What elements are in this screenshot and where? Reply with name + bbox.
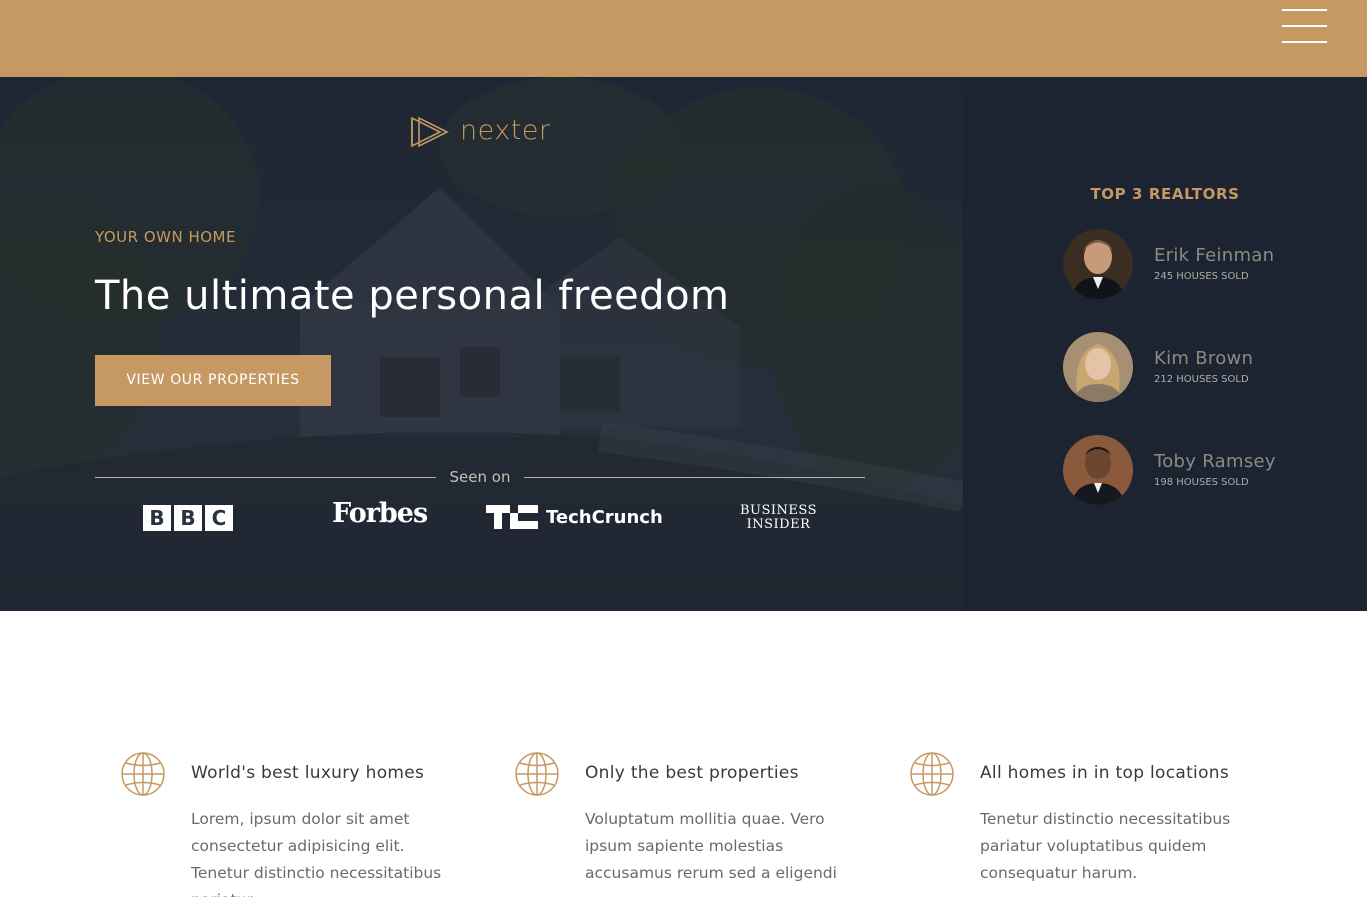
- logo-text: nexter: [460, 115, 551, 146]
- forbes-logo: Forbes: [332, 498, 428, 529]
- hero-headline: The ultimate personal freedom: [95, 273, 730, 319]
- realtor-item[interactable]: Kim Brown 212 HOUSES SOLD: [1063, 332, 1343, 404]
- nexter-logo[interactable]: nexter: [410, 115, 560, 149]
- feature-title: All homes in in top locations: [980, 763, 1230, 783]
- feature-title: Only the best properties: [585, 763, 799, 783]
- bbc-letter: B: [143, 505, 171, 531]
- business-insider-line: INSIDER: [746, 517, 811, 532]
- view-properties-button[interactable]: VIEW OUR PROPERTIES: [95, 355, 331, 406]
- realtor-houses-sold: 198 HOUSES SOLD: [1154, 477, 1249, 488]
- globe-icon: [121, 752, 165, 796]
- feature-text: Tenetur distinctio necessitatibus pariat…: [980, 810, 1231, 882]
- feature-text: Voluptatum mollitia quae. Vero ipsum sap…: [585, 810, 837, 882]
- play-triangle-logo-icon: [411, 116, 449, 148]
- top-bar: [0, 0, 1367, 77]
- menu-line: [1282, 25, 1327, 27]
- globe-icon: [910, 752, 954, 796]
- bbc-letter: C: [205, 505, 233, 531]
- globe-icon: [515, 752, 559, 796]
- top-realtors-panel: TOP 3 REALTORS Erik Feinman 245 HOUSES S…: [963, 77, 1367, 611]
- business-insider-logo: BUSINESS INSIDER: [740, 504, 817, 532]
- hero-eyebrow: YOUR OWN HOME: [95, 228, 236, 246]
- hamburger-menu-icon[interactable]: [1276, 4, 1332, 48]
- realtor-item[interactable]: Toby Ramsey 198 HOUSES SOLD: [1063, 435, 1343, 507]
- realtor-item[interactable]: Erik Feinman 245 HOUSES SOLD: [1063, 229, 1343, 301]
- feature-title: World's best luxury homes: [191, 763, 425, 783]
- divider-line: [524, 477, 865, 478]
- features-section: World's best luxury homes Lorem, ipsum d…: [0, 611, 1367, 897]
- avatar: [1063, 332, 1133, 402]
- techcrunch-logo: TechCrunch: [486, 505, 663, 529]
- divider-line: [95, 477, 436, 478]
- hero-section: nexter YOUR OWN HOME The ultimate person…: [0, 77, 963, 611]
- realtor-houses-sold: 212 HOUSES SOLD: [1154, 374, 1249, 385]
- menu-line: [1282, 9, 1327, 11]
- avatar: [1063, 435, 1133, 505]
- realtor-houses-sold: 245 HOUSES SOLD: [1154, 271, 1249, 282]
- bbc-letter: B: [174, 505, 202, 531]
- avatar: [1063, 229, 1133, 299]
- menu-line: [1282, 41, 1327, 43]
- bbc-logo: B B C: [143, 505, 233, 531]
- seen-on-label: Seen on: [449, 468, 511, 486]
- techcrunch-wordmark: TechCrunch: [546, 506, 663, 528]
- realtor-name: Erik Feinman: [1154, 245, 1275, 266]
- business-insider-line: BUSINESS: [740, 503, 817, 518]
- realtors-title: TOP 3 REALTORS: [1090, 185, 1240, 203]
- feature-text: Lorem, ipsum dolor sit amet consectetur …: [191, 810, 442, 897]
- realtor-name: Kim Brown: [1154, 348, 1254, 369]
- techcrunch-mark-icon: [486, 505, 538, 529]
- realtor-name: Toby Ramsey: [1154, 451, 1276, 472]
